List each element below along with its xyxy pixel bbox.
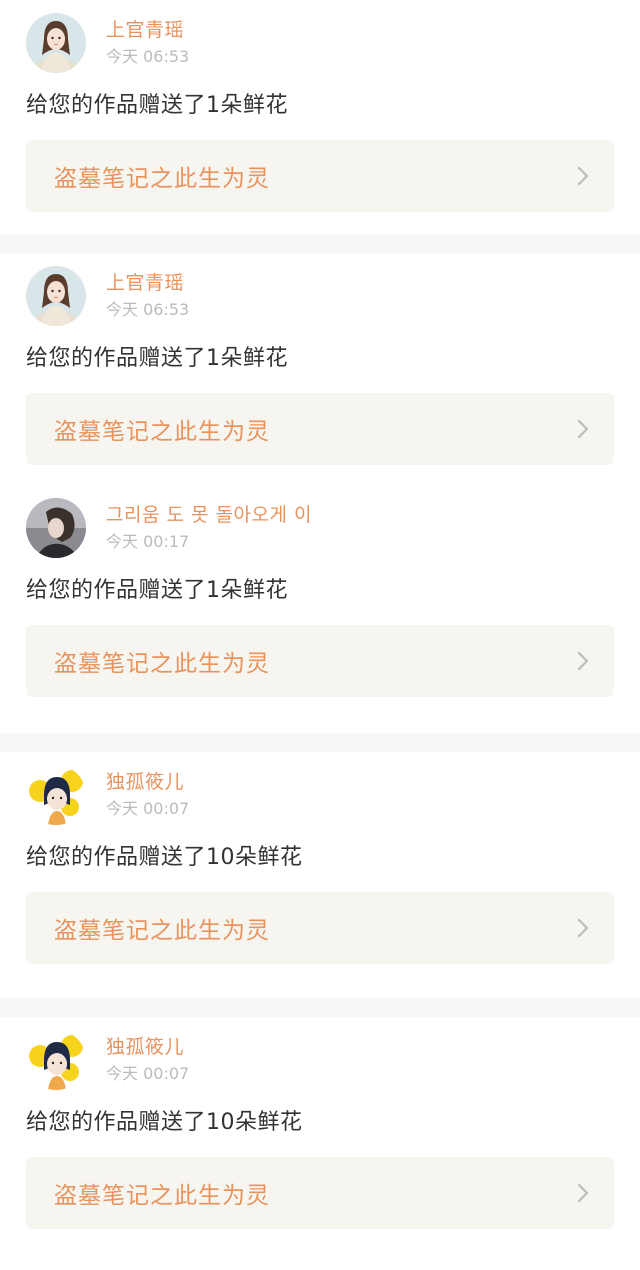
girl-photo-avatar-icon bbox=[26, 498, 86, 558]
work-link[interactable]: 盗墓笔记之此生为灵 bbox=[26, 393, 614, 465]
user-avatar[interactable] bbox=[26, 1030, 86, 1090]
user-avatar[interactable] bbox=[26, 13, 86, 73]
chevron-right-icon bbox=[577, 918, 589, 938]
work-title: 盗墓笔记之此生为灵 bbox=[54, 166, 270, 192]
chevron-right-icon bbox=[577, 1183, 589, 1203]
girl-scarf-avatar-icon bbox=[26, 266, 86, 326]
notification-header: 独孤筱儿 今天 00:07 bbox=[26, 764, 614, 826]
work-link[interactable]: 盗墓笔记之此生为灵 bbox=[26, 1157, 614, 1229]
user-avatar[interactable] bbox=[26, 266, 86, 326]
notification-card: 上官青瑶 今天 06:53 给您的作品赠送了1朵鲜花 盗墓笔记之此生为灵 bbox=[0, 253, 640, 485]
timestamp: 今天 00:17 bbox=[106, 532, 190, 551]
work-title: 盗墓笔记之此生为灵 bbox=[54, 651, 270, 677]
chevron-right-icon bbox=[577, 166, 589, 186]
notification-header: 上官青瑶 今天 06:53 bbox=[26, 265, 614, 327]
girl-scarf-avatar-icon bbox=[26, 13, 86, 73]
work-title: 盗墓笔记之此生为灵 bbox=[54, 1183, 270, 1209]
chevron-right-icon bbox=[577, 651, 589, 671]
notification-header: 그리움 도 못 돌아오게 이 今天 00:17 bbox=[26, 497, 614, 559]
user-name[interactable]: 그리움 도 못 돌아오게 이 bbox=[106, 503, 312, 527]
notification-card: 独孤筱儿 今天 00:07 给您的作品赠送了10朵鲜花 盗墓笔记之此生为灵 bbox=[0, 752, 640, 998]
cartoon-yellow-avatar-icon bbox=[26, 1030, 86, 1090]
gift-message: 给您的作品赠送了1朵鲜花 bbox=[26, 93, 288, 118]
work-title: 盗墓笔记之此生为灵 bbox=[54, 419, 270, 445]
user-name[interactable]: 上官青瑶 bbox=[106, 18, 189, 42]
timestamp: 今天 00:07 bbox=[106, 799, 190, 818]
timestamp: 今天 06:53 bbox=[106, 47, 190, 66]
chevron-right-icon bbox=[577, 419, 589, 439]
notification-feed: 上官青瑶 今天 06:53 给您的作品赠送了1朵鲜花 盗墓笔记之此生为灵 上官青… bbox=[0, 0, 640, 1270]
timestamp: 今天 06:53 bbox=[106, 300, 190, 319]
section-divider bbox=[0, 998, 640, 1017]
notification-card: 上官青瑶 今天 06:53 给您的作品赠送了1朵鲜花 盗墓笔记之此生为灵 bbox=[0, 0, 640, 234]
gift-message: 给您的作品赠送了10朵鲜花 bbox=[26, 845, 303, 870]
work-link[interactable]: 盗墓笔记之此生为灵 bbox=[26, 625, 614, 697]
gift-message: 给您的作品赠送了1朵鲜花 bbox=[26, 578, 288, 603]
cartoon-yellow-avatar-icon bbox=[26, 765, 86, 825]
section-divider bbox=[0, 733, 640, 752]
work-link[interactable]: 盗墓笔记之此生为灵 bbox=[26, 140, 614, 212]
timestamp: 今天 00:07 bbox=[106, 1064, 190, 1083]
user-avatar[interactable] bbox=[26, 765, 86, 825]
notification-header: 上官青瑶 今天 06:53 bbox=[26, 12, 614, 74]
gift-message: 给您的作品赠送了1朵鲜花 bbox=[26, 346, 288, 371]
notification-card: 그리움 도 못 돌아오게 이 今天 00:17 给您的作品赠送了1朵鲜花 盗墓笔… bbox=[0, 485, 640, 733]
user-name[interactable]: 独孤筱儿 bbox=[106, 770, 189, 794]
user-name[interactable]: 独孤筱儿 bbox=[106, 1035, 189, 1059]
gift-message: 给您的作品赠送了10朵鲜花 bbox=[26, 1110, 303, 1135]
user-name[interactable]: 上官青瑶 bbox=[106, 271, 189, 295]
work-link[interactable]: 盗墓笔记之此生为灵 bbox=[26, 892, 614, 964]
work-title: 盗墓笔记之此生为灵 bbox=[54, 918, 270, 944]
notification-header: 独孤筱儿 今天 00:07 bbox=[26, 1029, 614, 1091]
section-divider bbox=[0, 234, 640, 253]
notification-card: 独孤筱儿 今天 00:07 给您的作品赠送了10朵鲜花 盗墓笔记之此生为灵 bbox=[0, 1017, 640, 1270]
user-avatar[interactable] bbox=[26, 498, 86, 558]
